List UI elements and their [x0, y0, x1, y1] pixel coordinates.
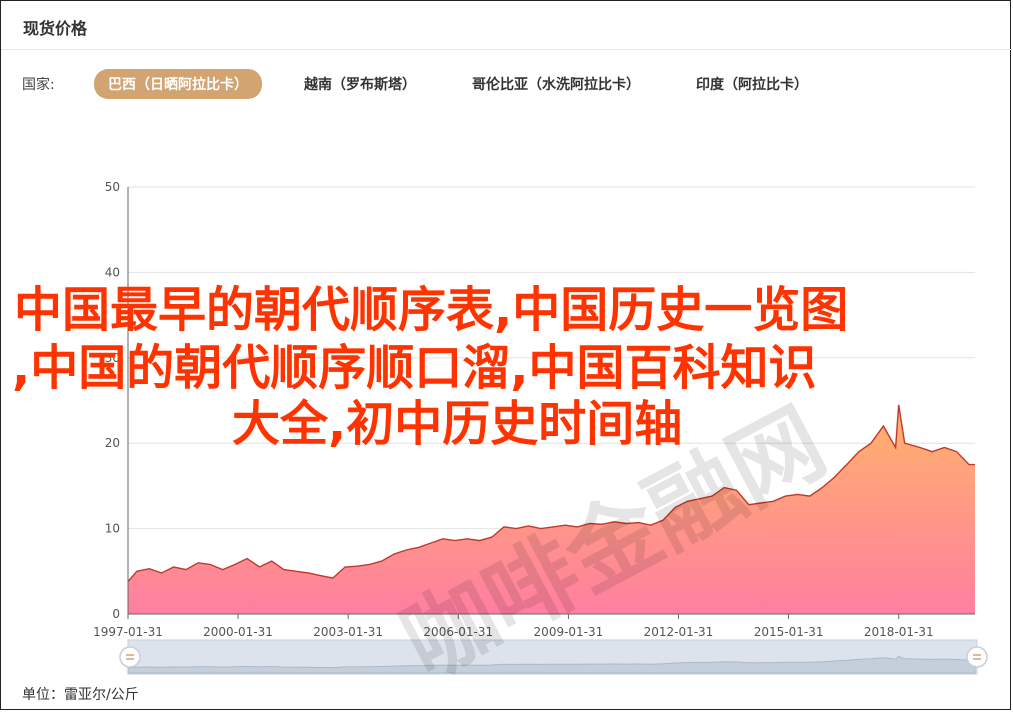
y-tick-label: 10 — [105, 522, 120, 536]
x-tick-label: 1997-01-31 — [93, 625, 163, 639]
overlay-text-line-2: ,中国的朝代顺序顺口溜,中国百科知识 — [12, 340, 817, 396]
y-tick-label: 40 — [105, 265, 120, 279]
x-tick-label: 2003-01-31 — [313, 625, 383, 639]
x-tick-label: 2012-01-31 — [644, 625, 714, 639]
unit-label: 单位：雷亚尔/公斤 — [22, 687, 139, 703]
x-tick-label: 2000-01-31 — [203, 625, 273, 639]
zoom-handle-left[interactable] — [119, 646, 141, 668]
overlay-text-line-3: 大全,初中历史时间轴 — [232, 396, 683, 452]
x-tick-label: 2015-01-31 — [754, 625, 824, 639]
y-tick-label: 0 — [112, 607, 120, 621]
overlay-text-line-1: 中国最早的朝代顺序表,中国历史一览图 — [14, 282, 849, 338]
x-tick-label: 2018-01-31 — [864, 625, 934, 639]
y-tick-label: 20 — [105, 436, 120, 450]
y-tick-label: 50 — [105, 180, 120, 194]
zoom-handle-right[interactable] — [966, 646, 988, 668]
